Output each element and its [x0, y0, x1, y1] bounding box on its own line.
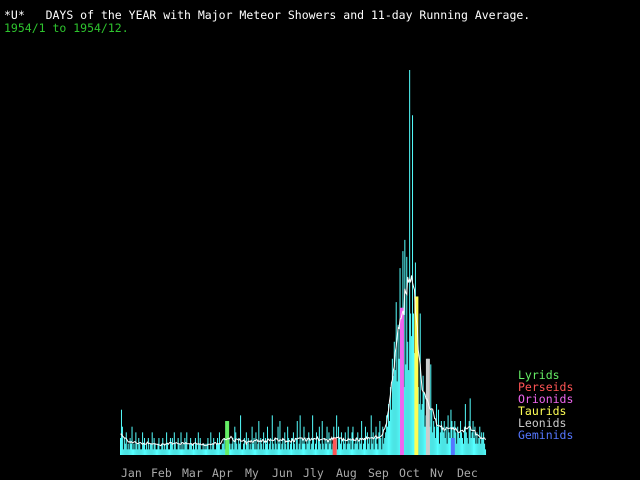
- shower-bar: [225, 421, 230, 455]
- month-label: Nv: [430, 466, 444, 480]
- month-label: Jun: [272, 466, 293, 480]
- month-label: Aug: [336, 466, 357, 480]
- month-label: Mar: [182, 466, 203, 480]
- month-label: Jly: [303, 466, 324, 480]
- shower-bar: [399, 307, 404, 455]
- month-label: Feb: [151, 466, 172, 480]
- shower-bar: [332, 438, 337, 455]
- month-label: Oct: [399, 466, 420, 480]
- legend-item-geminids: Geminids: [518, 428, 574, 442]
- shower-bar: [450, 438, 455, 455]
- month-label: Dec: [457, 466, 478, 480]
- month-label: Jan: [121, 466, 142, 480]
- month-label: Sep: [368, 466, 389, 480]
- month-label: Apr: [212, 466, 233, 480]
- month-label: My: [245, 466, 259, 480]
